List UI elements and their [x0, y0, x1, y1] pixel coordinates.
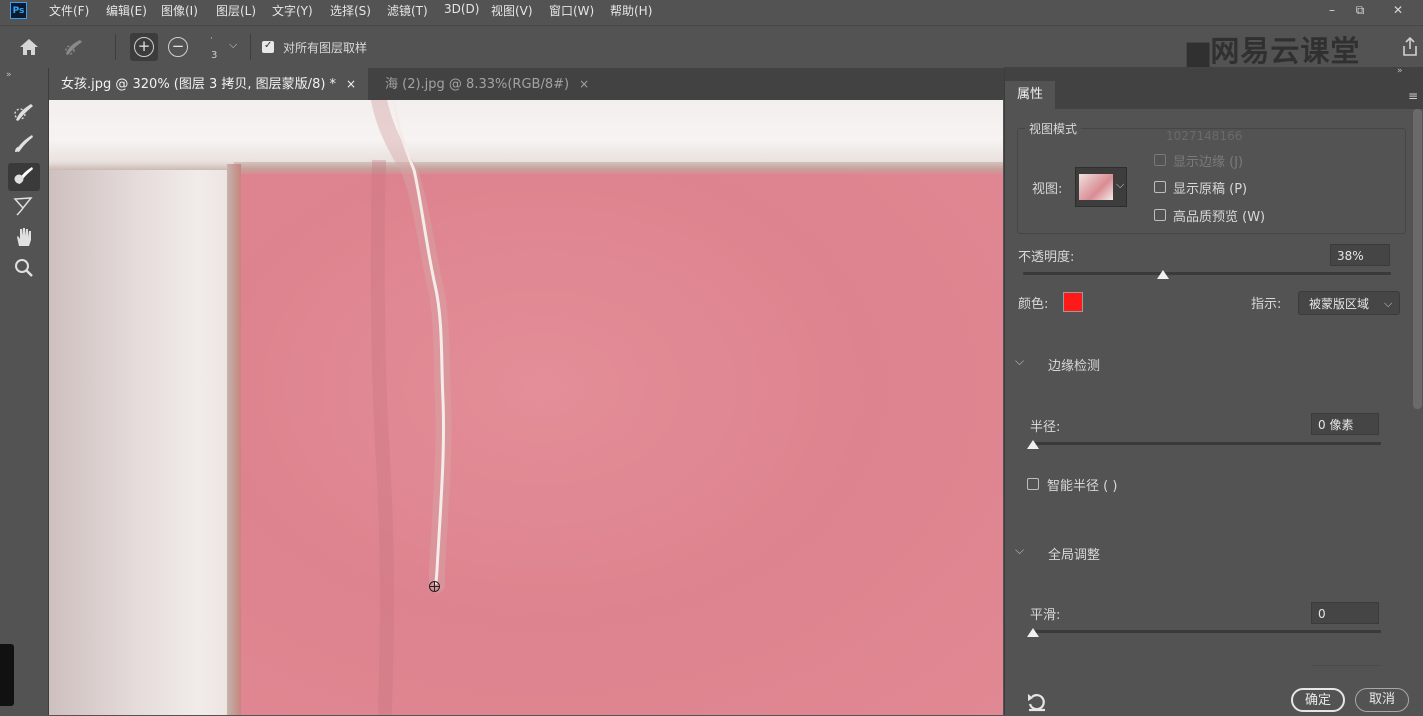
color-label: 颜色:: [1018, 297, 1049, 312]
chevron-down-icon[interactable]: ⌵: [1015, 354, 1024, 369]
radius-input[interactable]: 0 像素: [1311, 413, 1379, 435]
panel-scrollbar[interactable]: [1413, 109, 1422, 409]
hq-preview-checkbox[interactable]: [1154, 209, 1166, 221]
sample-all-layers-checkbox[interactable]: [262, 40, 274, 53]
menu-edit[interactable]: 编辑(E): [106, 2, 147, 19]
tab-properties[interactable]: 属性: [1005, 81, 1055, 109]
panel-tab-bar: 属性 ≡: [1005, 81, 1423, 109]
menu-image[interactable]: 图像(I): [161, 2, 198, 19]
subtract-from-selection-button[interactable]: −: [168, 37, 188, 57]
indicate-value: 被蒙版区域: [1309, 297, 1370, 311]
brush-size-value[interactable]: 3: [211, 50, 217, 61]
menu-select[interactable]: 选择(S): [330, 2, 371, 19]
show-original-label: 显示原稿 (P): [1173, 182, 1248, 197]
opacity-input[interactable]: 38%: [1330, 244, 1390, 266]
menu-file[interactable]: 文件(F): [49, 2, 89, 19]
brush-size-dot: ·: [210, 34, 213, 44]
panel-collapse-icon[interactable]: »: [1397, 66, 1403, 76]
minimize-button[interactable]: –: [1318, 0, 1346, 20]
opacity-slider-thumb[interactable]: [1156, 270, 1169, 279]
opacity-slider-track[interactable]: [1023, 272, 1391, 275]
tab-label: 女孩.jpg @ 320% (图层 3 拷贝, 图层蒙版/8) *: [61, 77, 337, 92]
show-original-checkbox[interactable]: [1154, 181, 1166, 193]
sample-all-layers-label: 对所有图层取样: [283, 41, 368, 55]
menu-3d[interactable]: 3D(D): [444, 2, 479, 16]
document-canvas[interactable]: [49, 100, 1003, 715]
home-icon[interactable]: [18, 37, 40, 57]
watermark-logo: ▆网易云课堂: [1187, 34, 1361, 68]
view-label: 视图:: [1032, 182, 1063, 197]
panel-menu-icon[interactable]: ≡: [1408, 89, 1418, 103]
close-window-button[interactable]: ✕: [1384, 0, 1412, 20]
smart-radius-label: 智能半径 ( ): [1047, 479, 1118, 494]
quick-selection-tool-icon[interactable]: [8, 100, 40, 128]
properties-panel: » 属性 ≡ 视图模式 1027148166 视图: ⌵ 显示边缘 (J) 显示…: [1004, 66, 1423, 715]
menu-type[interactable]: 文字(Y): [272, 2, 313, 19]
restore-button[interactable]: ⧉: [1346, 0, 1374, 20]
ok-button[interactable]: 确定: [1291, 688, 1345, 712]
watermark-text: 网易云课堂: [1210, 34, 1361, 68]
document-tab-bar: 女孩.jpg @ 320% (图层 3 拷贝, 图层蒙版/8) * × 海 (2)…: [49, 68, 1004, 100]
menu-bar: Ps 文件(F) 编辑(E) 图像(I) 图层(L) 文字(Y) 选择(S) 滤…: [0, 0, 1423, 22]
overlay-number: 1027148166: [1166, 129, 1243, 143]
chevron-down-icon[interactable]: ⌵: [1015, 543, 1024, 558]
panel-collapse-icon[interactable]: »: [6, 70, 12, 80]
show-edge-label: 显示边缘 (J): [1173, 155, 1244, 170]
reset-icon[interactable]: [1025, 691, 1049, 713]
menu-filter[interactable]: 滤镜(T): [387, 2, 428, 19]
smooth-input[interactable]: 0: [1311, 602, 1379, 624]
chevron-down-icon[interactable]: ⌵: [229, 38, 237, 52]
tab-close-icon[interactable]: ×: [579, 77, 589, 91]
view-mode-title: 视图模式: [1025, 120, 1082, 137]
indicate-select[interactable]: 被蒙版区域 ⌵: [1298, 291, 1400, 315]
view-mode-select[interactable]: ⌵: [1075, 167, 1127, 207]
radius-label: 半径:: [1030, 420, 1061, 435]
quick-selection-tool-icon[interactable]: [62, 36, 88, 58]
menu-window[interactable]: 窗口(W): [549, 2, 594, 19]
indicate-label: 指示:: [1251, 297, 1282, 312]
zoom-tool-icon[interactable]: [8, 256, 40, 284]
edge-detection-title[interactable]: 边缘检测: [1048, 355, 1100, 374]
brush-cursor-icon: [429, 581, 440, 592]
add-to-selection-button[interactable]: +: [130, 33, 158, 61]
global-adjust-title[interactable]: 全局调整: [1048, 544, 1100, 563]
panel-header: »: [1005, 66, 1423, 81]
separator: [250, 34, 251, 60]
hq-preview-label: 高品质预览 (W): [1173, 210, 1266, 225]
brush-stroke: [370, 100, 452, 715]
tab-label: 海 (2).jpg @ 8.33%(RGB/8#): [385, 77, 570, 92]
side-handle: [0, 644, 14, 706]
tools-panel: »: [0, 68, 49, 715]
brush-tool-icon[interactable]: [8, 131, 40, 159]
view-thumbnail: [1079, 174, 1113, 200]
menu-view[interactable]: 视图(V): [491, 2, 533, 19]
smart-radius-checkbox[interactable]: [1027, 478, 1039, 490]
smooth-slider-thumb[interactable]: [1027, 628, 1039, 637]
smooth-slider-track[interactable]: [1031, 630, 1381, 633]
separator: [115, 34, 116, 60]
divider: [1311, 665, 1381, 666]
radius-slider-track[interactable]: [1031, 442, 1381, 445]
share-icon[interactable]: [1400, 36, 1420, 58]
hand-tool-icon[interactable]: [8, 225, 40, 253]
opacity-label: 不透明度:: [1018, 250, 1075, 265]
photoshop-logo: Ps: [10, 2, 27, 19]
menu-help[interactable]: 帮助(H): [610, 2, 652, 19]
menu-layer[interactable]: 图层(L): [216, 2, 256, 19]
chevron-down-icon: ⌵: [1384, 297, 1393, 310]
tab-sea-jpg[interactable]: 海 (2).jpg @ 8.33%(RGB/8#) ×: [373, 68, 601, 100]
radius-slider-thumb[interactable]: [1027, 440, 1039, 449]
lasso-tool-icon[interactable]: [8, 194, 40, 222]
show-edge-checkbox[interactable]: [1154, 154, 1166, 166]
refine-edge-brush-icon[interactable]: [8, 163, 40, 191]
tab-girl-jpg[interactable]: 女孩.jpg @ 320% (图层 3 拷贝, 图层蒙版/8) * ×: [49, 68, 369, 100]
plus-circle-icon: +: [134, 37, 154, 57]
cancel-button[interactable]: 取消: [1355, 688, 1409, 712]
tab-close-icon[interactable]: ×: [346, 77, 356, 91]
smooth-label: 平滑:: [1030, 608, 1061, 623]
overlay-color-swatch[interactable]: [1063, 292, 1083, 312]
chevron-down-icon: ⌵: [1116, 178, 1125, 191]
